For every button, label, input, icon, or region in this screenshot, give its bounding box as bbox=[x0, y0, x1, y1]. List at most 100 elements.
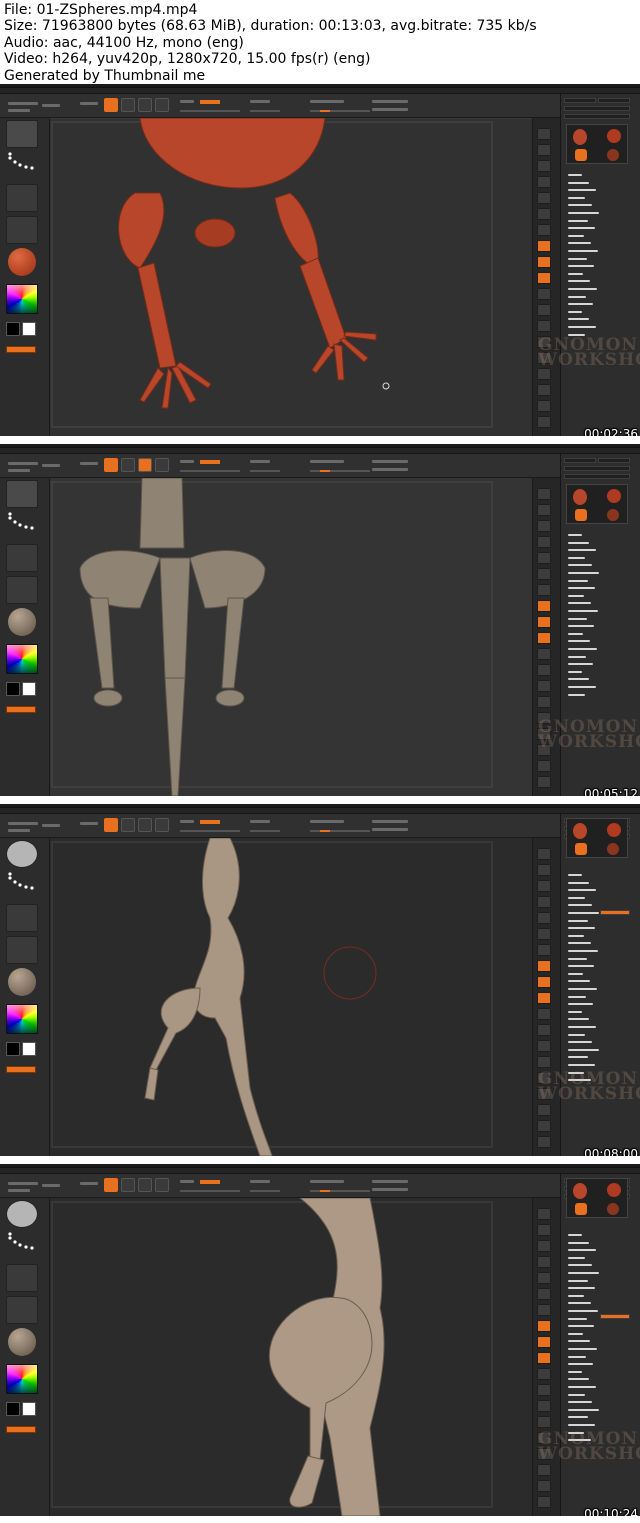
tool-subpalette-item[interactable] bbox=[568, 965, 594, 968]
viewport-canvas[interactable] bbox=[50, 1198, 532, 1516]
view-control-button[interactable] bbox=[537, 1104, 551, 1116]
view-control-button[interactable] bbox=[537, 896, 551, 908]
view-control-button[interactable] bbox=[537, 1288, 551, 1300]
tool-subpalette-item[interactable] bbox=[568, 265, 594, 268]
view-control-button[interactable] bbox=[537, 552, 551, 564]
switch-color-button[interactable] bbox=[6, 1066, 36, 1073]
view-control-button[interactable] bbox=[537, 664, 551, 676]
view-control-button[interactable] bbox=[537, 1304, 551, 1316]
import-export-row[interactable] bbox=[564, 466, 630, 471]
alpha-icon[interactable] bbox=[6, 1264, 38, 1292]
edit-button[interactable] bbox=[138, 98, 152, 112]
view-control-button[interactable] bbox=[537, 1272, 551, 1284]
polymesh-thumbnail[interactable] bbox=[607, 509, 619, 521]
brush-icon[interactable] bbox=[6, 120, 38, 148]
view-control-button[interactable] bbox=[537, 536, 551, 548]
sphere-thumbnail[interactable] bbox=[607, 489, 621, 503]
view-control-button[interactable] bbox=[537, 240, 551, 252]
view-control-button[interactable] bbox=[537, 928, 551, 940]
tool-subpalette-item[interactable] bbox=[568, 1393, 585, 1396]
tool-subpalette-item[interactable] bbox=[568, 579, 588, 582]
tool-subpalette-item[interactable] bbox=[568, 257, 587, 260]
tool-subpalette-item[interactable] bbox=[568, 295, 586, 298]
view-control-button[interactable] bbox=[537, 912, 551, 924]
view-control-button[interactable] bbox=[537, 504, 551, 516]
view-control-button[interactable] bbox=[537, 1240, 551, 1252]
draw-button[interactable] bbox=[104, 818, 118, 832]
save-as-button[interactable] bbox=[598, 98, 630, 103]
tool-subpalette-item[interactable] bbox=[568, 610, 598, 612]
brush-icon[interactable] bbox=[6, 840, 38, 868]
tool-subpalette-item[interactable] bbox=[568, 587, 595, 590]
tool-subpalette-item[interactable] bbox=[568, 572, 599, 574]
alpha-icon[interactable] bbox=[6, 184, 38, 212]
texture-icon[interactable] bbox=[6, 936, 38, 964]
view-control-button[interactable] bbox=[537, 1024, 551, 1036]
tool-subpalette-item[interactable] bbox=[568, 219, 588, 222]
tool-subpalette-item[interactable] bbox=[568, 1310, 598, 1312]
draw-size-slider[interactable] bbox=[310, 110, 370, 112]
tool-subpalette-item[interactable] bbox=[568, 196, 585, 199]
view-control-button[interactable] bbox=[537, 976, 551, 988]
draw-button[interactable] bbox=[104, 1178, 118, 1192]
view-control-button[interactable] bbox=[537, 1320, 551, 1332]
switch-color-button[interactable] bbox=[6, 1426, 36, 1433]
brush-icon[interactable] bbox=[6, 480, 38, 508]
tool-subpalette-item[interactable] bbox=[568, 670, 582, 673]
primary-color-swatch[interactable] bbox=[6, 1402, 20, 1416]
tool-subpalette-item[interactable] bbox=[568, 1401, 592, 1404]
color-picker-icon[interactable] bbox=[6, 284, 38, 314]
tool-subpalette-item[interactable] bbox=[568, 556, 585, 559]
tool-subpalette-item[interactable] bbox=[568, 1249, 596, 1252]
material-sphere-icon[interactable] bbox=[8, 968, 36, 996]
zsphere-thumbnail[interactable] bbox=[573, 1183, 587, 1199]
view-control-button[interactable] bbox=[537, 680, 551, 692]
view-control-button[interactable] bbox=[537, 224, 551, 236]
tool-subpalette-item[interactable] bbox=[568, 1026, 596, 1028]
tool-subpalette-item[interactable] bbox=[568, 1033, 585, 1036]
view-control-button[interactable] bbox=[537, 848, 551, 860]
view-control-button[interactable] bbox=[537, 1336, 551, 1348]
tool-subpalette-item[interactable] bbox=[568, 1003, 593, 1006]
slider[interactable] bbox=[250, 1190, 280, 1192]
tool-subpalette-item[interactable] bbox=[568, 1386, 596, 1388]
switch-color-button[interactable] bbox=[6, 706, 36, 713]
tool-subpalette-item[interactable] bbox=[568, 310, 582, 313]
tool-subpalette-item[interactable] bbox=[568, 272, 583, 275]
tool-subpalette-item[interactable] bbox=[568, 1408, 599, 1411]
edit-button[interactable] bbox=[138, 458, 152, 472]
zsphere-thumbnail[interactable] bbox=[573, 129, 587, 145]
view-control-button[interactable] bbox=[537, 944, 551, 956]
polymesh-thumbnail[interactable] bbox=[607, 149, 619, 161]
secondary-color-swatch[interactable] bbox=[22, 322, 36, 336]
tool-subpalette-item[interactable] bbox=[568, 227, 595, 230]
save-as-button[interactable] bbox=[598, 458, 630, 463]
slider[interactable] bbox=[180, 470, 240, 472]
color-picker-icon[interactable] bbox=[6, 1364, 38, 1394]
scale-button[interactable] bbox=[155, 98, 169, 112]
view-control-button[interactable] bbox=[537, 960, 551, 972]
tool-subpalette-item[interactable] bbox=[568, 632, 583, 635]
draw-button[interactable] bbox=[104, 458, 118, 472]
material-sphere-icon[interactable] bbox=[8, 248, 36, 276]
edit-button[interactable] bbox=[138, 1178, 152, 1192]
view-control-button[interactable] bbox=[537, 144, 551, 156]
view-control-button[interactable] bbox=[537, 288, 551, 300]
viewport-canvas[interactable] bbox=[50, 478, 532, 796]
view-control-button[interactable] bbox=[537, 1400, 551, 1412]
tool-subpalette-item[interactable] bbox=[568, 326, 596, 328]
view-control-button[interactable] bbox=[537, 1120, 551, 1132]
polymesh-thumbnail[interactable] bbox=[607, 1203, 619, 1215]
texture-icon[interactable] bbox=[6, 576, 38, 604]
tool-subpalette-item[interactable] bbox=[568, 303, 593, 306]
tool-thumbnails[interactable] bbox=[566, 818, 628, 858]
import-export-row[interactable] bbox=[564, 106, 630, 111]
tool-subpalette-item[interactable] bbox=[568, 912, 599, 914]
tool-subpalette-item[interactable] bbox=[568, 181, 589, 184]
view-control-button[interactable] bbox=[537, 272, 551, 284]
tool-name-field[interactable] bbox=[564, 114, 630, 119]
tool-subpalette-item[interactable] bbox=[568, 594, 584, 597]
polymesh-thumbnail[interactable] bbox=[607, 843, 619, 855]
mrgb-toggle[interactable] bbox=[200, 460, 220, 464]
view-control-button[interactable] bbox=[537, 776, 551, 788]
